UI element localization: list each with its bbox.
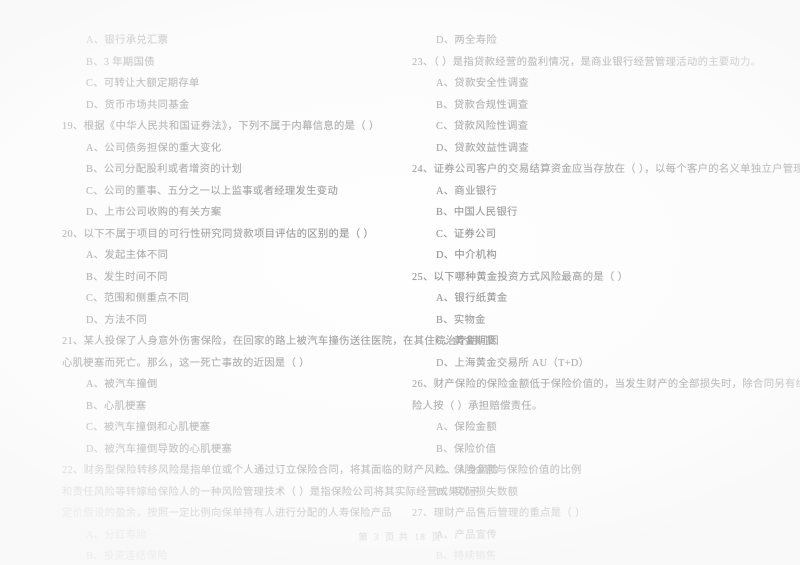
question-stem: 24、证券公司客户的交易结算资金应当存放在（ ），以每个客户的名义单独立户管理。 bbox=[412, 164, 800, 175]
page-footer: 第 3 页 共 18 页 bbox=[0, 529, 800, 543]
question-20: 20、以下不属于项目的可行性研究同贷款项目评估的区别的是（ ） A、发起主体不同… bbox=[62, 224, 392, 332]
footer-suffix: 页 bbox=[431, 532, 442, 542]
question-stem: 25、以下哪种黄金投资方式风险最高的是（ ） bbox=[412, 271, 629, 283]
question-stem-continued: 定价假设的盈余，按照一定比例向保单持有人进行分配的人寿保险产品 bbox=[62, 508, 393, 519]
option-item: D、货币市场共同基金 bbox=[86, 99, 190, 111]
question-23: 23、（ ）是指贷款经营的盈利情况，是商业银行经营管理活动的主要动力。 A、贷款… bbox=[398, 52, 762, 160]
option-item: A、被汽车撞倒 bbox=[86, 379, 158, 390]
question-24: 24、证券公司客户的交易结算资金应当存放在（ ），以每个客户的名义单独立户管理。… bbox=[398, 159, 800, 267]
option-item: B、发生时间不同 bbox=[86, 271, 168, 283]
option-item: A、银行纸黄金 bbox=[436, 293, 508, 304]
option-item: C、证券公司 bbox=[436, 228, 497, 240]
option-item: D、贷款效益性调查 bbox=[436, 142, 529, 154]
option-item: A、银行承兑汇票 bbox=[86, 35, 169, 46]
option-item: D、上市公司收购的有关方案 bbox=[86, 207, 222, 218]
question-stem: 20、以下不属于项目的可行性研究同贷款项目评估的区别的是（ ） bbox=[62, 228, 375, 240]
question-22: 22、财务型保险转移风险是指单位或个人通过订立保险合同，将其面临的财产风险、人身… bbox=[62, 460, 499, 565]
question-stem-continued: 心肌梗塞而死亡。那么，这一死亡事故的近因是（ ） bbox=[62, 357, 310, 369]
question-stem: 19、根据《中华人民共和国证券法》，下列不属于内幕信息的是（ ） bbox=[62, 121, 380, 132]
option-item: A、公司债务担保的重大变化 bbox=[86, 142, 222, 154]
option-item: B、保险价值 bbox=[436, 443, 497, 455]
option-item: D、实际损失数额 bbox=[436, 486, 519, 498]
option-item: B、中国人民银行 bbox=[436, 207, 518, 218]
option-item: D、方法不同 bbox=[86, 314, 148, 326]
option-item: D、中介机构 bbox=[436, 250, 498, 261]
option-item: B、投资连结保险 bbox=[86, 551, 168, 562]
question-26: 26、财产保险的保险金额低于保险价值的，当发生财产的全部损失时，除合同另有约定外… bbox=[398, 374, 800, 503]
footer-middle: 页 共 bbox=[385, 532, 410, 542]
option-item: B、持续销售 bbox=[436, 551, 497, 562]
option-item: D、上海黄金交易所 AU（T+D） bbox=[436, 357, 590, 369]
option-item: C、公司的董事、五分之一以上监事或者经理发生变动 bbox=[86, 185, 339, 197]
question-25: 25、以下哪种黄金投资方式风险最高的是（ ） A、银行纸黄金 B、实物金 C、黄… bbox=[398, 267, 728, 375]
option-item: C、可转让大额定期存单 bbox=[86, 78, 200, 89]
left-column: A、银行承兑汇票 B、3 年期国债 C、可转让大额定期存单 D、货币市场共同基金… bbox=[62, 30, 499, 565]
scanned-page: A、银行承兑汇票 B、3 年期国债 C、可转让大额定期存单 D、货币市场共同基金… bbox=[0, 0, 800, 565]
question-stem: 27、理财产品售后管理的重点是（ ） bbox=[412, 508, 586, 519]
question-stem: 21、某人投保了人身意外伤害保险，在回家的路上被汽车撞伤送往医院，在其住院治疗期… bbox=[62, 336, 499, 347]
question-stem-continued: 和责任风险等转嫁给保险人的一种风险管理技术（ ）是指保险公司将其实际经营成果优于 bbox=[62, 486, 481, 498]
option-item: A、保险金额 bbox=[436, 422, 498, 433]
option-item: C、被汽车撞倒和心肌梗塞 bbox=[86, 422, 211, 433]
option-item: B、心肌梗塞 bbox=[86, 400, 147, 412]
option-item: D、被汽车撞倒导致的心肌梗塞 bbox=[86, 443, 233, 455]
option-item: C、贷款风险性调查 bbox=[436, 121, 529, 132]
question-stem: 23、（ ）是指贷款经营的盈利情况，是商业银行经营管理活动的主要动力。 bbox=[412, 56, 762, 68]
question-19: 19、根据《中华人民共和国证券法》，下列不属于内幕信息的是（ ） A、公司债务担… bbox=[62, 116, 392, 224]
option-item: B、贷款合规性调查 bbox=[436, 99, 529, 111]
question-stem: 22、财务型保险转移风险是指单位或个人通过订立保险合同，将其面临的财产风险、人身… bbox=[62, 465, 499, 476]
option-item: C、保险金额与保险价值的比例 bbox=[436, 465, 582, 476]
left-orphan-options: A、银行承兑汇票 B、3 年期国债 C、可转让大额定期存单 D、货币市场共同基金 bbox=[62, 30, 392, 116]
option-item: A、发起主体不同 bbox=[86, 250, 169, 261]
question-21: 21、某人投保了人身意外伤害保险，在回家的路上被汽车撞伤送往医院，在其住院治疗期… bbox=[62, 331, 499, 460]
right-column: D、两全寿险 23、（ ）是指贷款经营的盈利情况，是商业银行经营管理活动的主要动… bbox=[398, 30, 800, 565]
footer-total-pages: 18 bbox=[414, 532, 426, 542]
option-item: C、范围和侧重点不同 bbox=[86, 293, 190, 304]
footer-current-page: 3 bbox=[374, 532, 380, 542]
option-item: C、黄金期货 bbox=[436, 336, 497, 347]
option-item: A、贷款安全性调查 bbox=[436, 78, 529, 89]
option-item: D、两全寿险 bbox=[436, 35, 498, 46]
option-item: B、实物金 bbox=[436, 314, 486, 326]
footer-prefix: 第 bbox=[358, 532, 369, 542]
right-orphan-options: D、两全寿险 bbox=[398, 30, 728, 52]
option-item: A、商业银行 bbox=[436, 185, 498, 197]
option-item: B、3 年期国债 bbox=[86, 56, 155, 68]
question-stem: 26、财产保险的保险金额低于保险价值的，当发生财产的全部损失时，除合同另有约定外… bbox=[412, 379, 800, 390]
option-item: B、公司分配股利或者增资的计划 bbox=[86, 164, 243, 175]
question-stem-continued: 险人按（ ）承担赔偿责任。 bbox=[412, 400, 543, 412]
